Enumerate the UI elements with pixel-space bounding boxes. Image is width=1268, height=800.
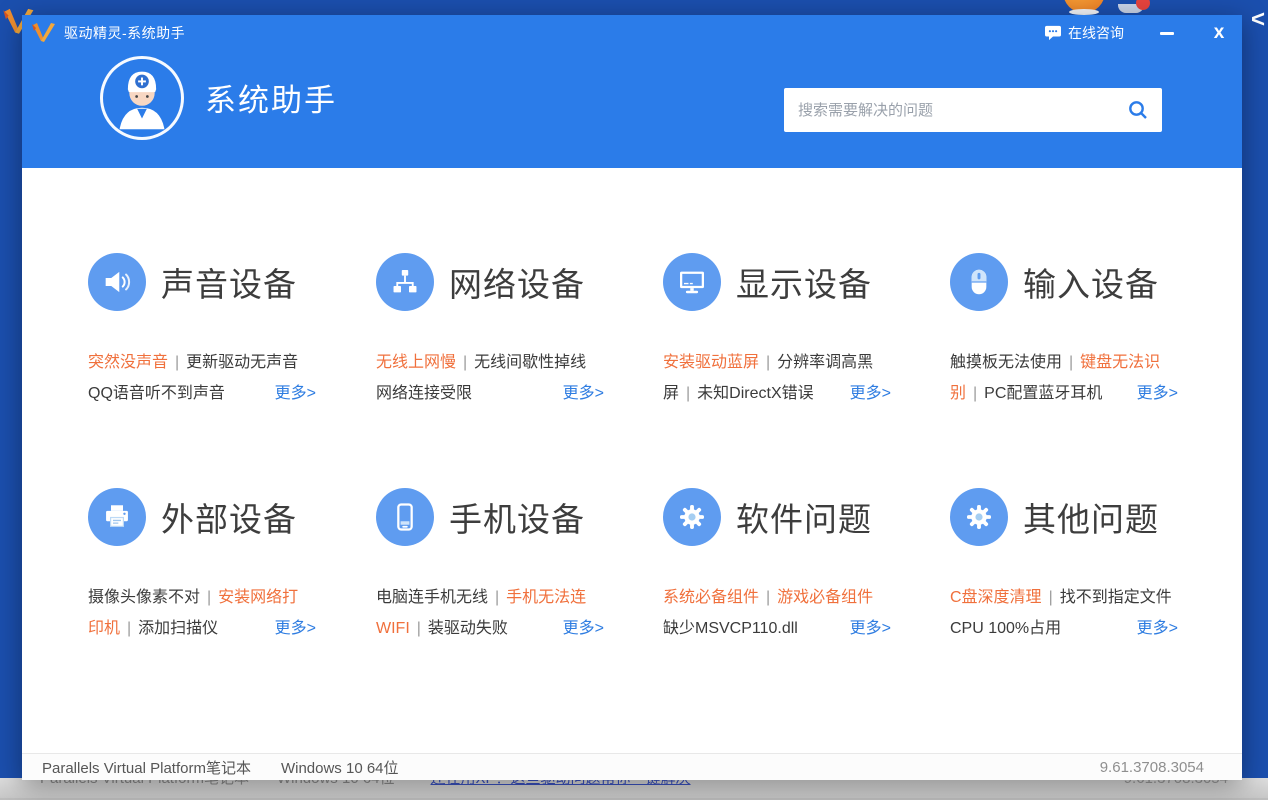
issue-link[interactable]: 触摸板无法使用 [950, 354, 1062, 371]
issue-link[interactable]: WIFI [376, 620, 410, 637]
category-software-problems: 软件问题 系统必备组件 | 游戏必备组件 缺少MSVCP110.dll 更多> [663, 488, 915, 668]
phone-icon [376, 488, 434, 546]
online-consult-button[interactable]: 在线咨询 [1044, 23, 1124, 43]
more-link[interactable]: 更多> [563, 378, 604, 409]
category-title: 外部设备 [161, 493, 297, 541]
printer-icon [88, 488, 146, 546]
mouse-icon [950, 253, 1008, 311]
category-network-devices: 网络设备 无线上网慢 | 无线间歇性掉线 网络连接受限 更多> [376, 253, 628, 433]
separator: | [127, 620, 131, 637]
search-input[interactable] [798, 102, 1126, 119]
issue-link[interactable]: 找不到指定文件 [1060, 589, 1172, 606]
separator: | [417, 620, 421, 637]
gear-icon [950, 488, 1008, 546]
issue-link[interactable]: 电脑连手机无线 [376, 589, 488, 606]
separator: | [973, 385, 977, 402]
issue-link[interactable]: PC配置蓝牙耳机 [984, 385, 1102, 402]
separator: | [175, 354, 179, 371]
search-icon[interactable] [1126, 98, 1150, 122]
more-link[interactable]: 更多> [850, 378, 891, 409]
background-window-statusbar: Parallels Virtual Platform笔记本 Windows 10… [0, 778, 1268, 800]
close-button[interactable]: x [1202, 18, 1236, 48]
more-link[interactable]: 更多> [1137, 378, 1178, 409]
search-box [784, 88, 1162, 132]
statusbar: Parallels Virtual Platform笔记本 Windows 10… [22, 753, 1242, 780]
more-link[interactable]: 更多> [275, 613, 316, 644]
separator: | [1049, 589, 1053, 606]
separator: | [495, 589, 499, 606]
issue-link[interactable]: 系统必备组件 [663, 589, 759, 606]
issue-link[interactable]: 摄像头像素不对 [88, 589, 200, 606]
issue-link[interactable]: 无线间歇性掉线 [474, 354, 586, 371]
issue-link[interactable]: 安装网络打 [218, 589, 298, 606]
collapse-chevron-icon[interactable]: < [1251, 6, 1265, 34]
issue-link[interactable]: 分辨率调高黑 [777, 354, 873, 371]
category-title: 网络设备 [449, 258, 585, 306]
separator: | [766, 589, 770, 606]
issue-link[interactable]: 别 [950, 385, 966, 402]
gear-icon [663, 488, 721, 546]
issue-link[interactable]: 安装驱动蓝屏 [663, 354, 759, 371]
category-title: 输入设备 [1023, 258, 1159, 306]
system-assistant-window: 驱动精灵-系统助手 在线咨询 x [22, 15, 1242, 780]
category-input-devices: 输入设备 触摸板无法使用 | 键盘无法识 别 | PC配置蓝牙耳机 更多> [950, 253, 1202, 433]
separator: | [463, 354, 467, 371]
speaker-icon [88, 253, 146, 311]
page-title: 系统助手 [205, 75, 337, 120]
issue-link[interactable]: 更新驱动无声音 [186, 354, 298, 371]
more-link[interactable]: 更多> [275, 378, 316, 409]
separator: | [207, 589, 211, 606]
category-external-devices: 外部设备 摄像头像素不对 | 安装网络打 印机 | 添加扫描仪 更多> [88, 488, 340, 668]
platform-text: Parallels Virtual Platform笔记本 [42, 757, 251, 778]
version-text: 9.61.3708.3054 [1100, 759, 1204, 776]
issue-link[interactable]: QQ语音听不到声音 [88, 385, 225, 402]
category-display-devices: 显示设备 安装驱动蓝屏 | 分辨率调高黑 屏 | 未知DirectX错误 更多> [663, 253, 915, 433]
monitor-icon [663, 253, 721, 311]
category-title: 软件问题 [736, 493, 872, 541]
issue-link[interactable]: 印机 [88, 620, 120, 637]
category-grid: 声音设备 突然没声音|更新驱动无声音 QQ语音听不到声音更多> 网络设备 无线上… [22, 168, 1242, 753]
issue-link[interactable]: 未知DirectX错误 [697, 385, 813, 402]
category-other-problems: 其他问题 C盘深度清理 | 找不到指定文件 CPU 100%占用 更多> [950, 488, 1202, 668]
issue-link[interactable]: 键盘无法识 [1080, 354, 1160, 371]
issue-link[interactable]: 手机无法连 [506, 589, 586, 606]
minimize-button[interactable] [1150, 18, 1184, 48]
online-consult-label: 在线咨询 [1068, 23, 1124, 43]
doctor-avatar-icon [100, 56, 184, 140]
separator: | [686, 385, 690, 402]
category-sound-devices: 声音设备 突然没声音 | 更新驱动无声音 QQ语音听不到声音 更多> [88, 253, 340, 433]
category-title: 其他问题 [1023, 493, 1159, 541]
issue-link[interactable]: 添加扫描仪 [138, 620, 218, 637]
separator: | [1069, 354, 1073, 371]
category-title: 手机设备 [449, 493, 585, 541]
more-link[interactable]: 更多> [563, 613, 604, 644]
window-title: 驱动精灵-系统助手 [64, 15, 185, 51]
issue-link[interactable]: CPU 100%占用 [950, 620, 1061, 637]
issue-link[interactable]: 游戏必备组件 [777, 589, 873, 606]
issue-link[interactable]: 突然没声音 [88, 354, 168, 371]
issue-link[interactable]: 无线上网慢 [376, 354, 456, 371]
issue-link[interactable]: 屏 [663, 385, 679, 402]
os-text: Windows 10 64位 [281, 757, 399, 778]
category-phone-devices: 手机设备 电脑连手机无线 | 手机无法连 WIFI | 装驱动失败 更多> [376, 488, 628, 668]
more-link[interactable]: 更多> [1137, 613, 1178, 644]
background-notification-badge [1136, 0, 1150, 10]
app-logo-icon [31, 21, 57, 50]
chat-bubble-icon [1044, 25, 1062, 41]
issue-link[interactable]: 装驱动失败 [428, 620, 508, 637]
category-title: 显示设备 [736, 258, 872, 306]
titlebar: 驱动精灵-系统助手 在线咨询 x [22, 15, 1242, 51]
network-icon [376, 253, 434, 311]
issue-link[interactable]: 网络连接受限 [376, 385, 472, 402]
more-link[interactable]: 更多> [850, 613, 891, 644]
issue-link[interactable]: 缺少MSVCP110.dll [663, 620, 798, 637]
category-title: 声音设备 [161, 258, 297, 306]
separator: | [766, 354, 770, 371]
issue-link[interactable]: C盘深度清理 [950, 589, 1042, 606]
